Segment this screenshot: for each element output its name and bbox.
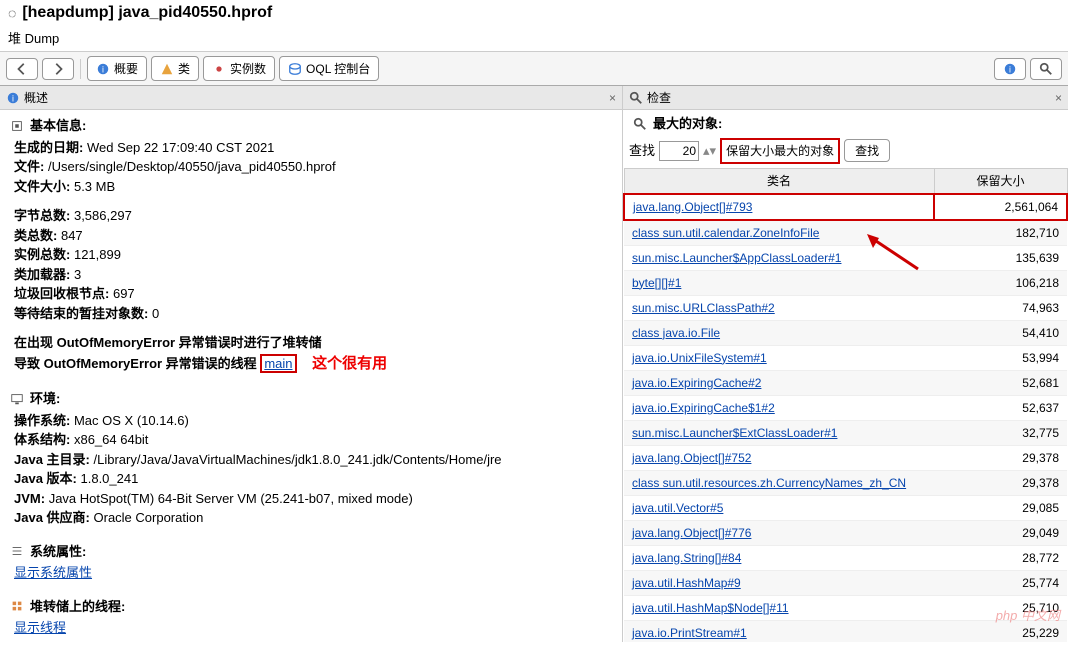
annotation-text: 这个很有用 xyxy=(312,355,387,372)
object-link[interactable]: sun.misc.URLClassPath#2 xyxy=(632,301,775,315)
table-row: java.io.ExpiringCache$1#2 52,637 xyxy=(624,395,1067,420)
search-icon xyxy=(633,117,647,131)
table-row: java.util.HashMap#9 25,774 xyxy=(624,570,1067,595)
table-row: java.lang.Object[]#776 29,049 xyxy=(624,520,1067,545)
object-link[interactable]: java.lang.Object[]#752 xyxy=(632,451,751,465)
sysprops-heading: 系统属性: xyxy=(10,542,612,562)
object-link[interactable]: java.lang.Object[]#793 xyxy=(633,200,752,214)
object-link[interactable]: java.io.ExpiringCache$1#2 xyxy=(632,401,775,415)
table-row: class sun.util.calendar.ZoneInfoFile 182,… xyxy=(624,220,1067,246)
overview-header: i 概述 × xyxy=(0,86,622,110)
retained-size: 106,218 xyxy=(934,270,1067,295)
object-link[interactable]: java.lang.String[]#84 xyxy=(632,551,741,565)
close-icon[interactable]: × xyxy=(609,91,616,105)
watermark: php 中文网 xyxy=(996,605,1060,624)
table-row: java.lang.Object[]#793 2,561,064 xyxy=(624,194,1067,220)
inspect-pane: 检查 × 最大的对象: 查找 ▴▾ 保留大小最大的对象 查找 类名 保留大小 xyxy=(623,86,1068,642)
retained-size: 28,772 xyxy=(934,545,1067,570)
table-row: sun.misc.Launcher$AppClassLoader#1 135,63… xyxy=(624,245,1067,270)
retained-size: 74,963 xyxy=(934,295,1067,320)
summary-button[interactable]: i概要 xyxy=(87,56,147,81)
table-row: java.util.Vector#5 29,085 xyxy=(624,495,1067,520)
retained-size: 52,637 xyxy=(934,395,1067,420)
object-link[interactable]: class sun.util.calendar.ZoneInfoFile xyxy=(632,226,819,240)
find-button[interactable]: 查找 xyxy=(844,139,890,162)
list-icon xyxy=(10,544,24,558)
show-threads-link[interactable]: 显示线程 xyxy=(14,620,66,635)
svg-text:i: i xyxy=(12,93,14,103)
largest-objects-heading: 最大的对象: xyxy=(623,114,1068,134)
object-link[interactable]: class java.io.File xyxy=(632,326,720,340)
threads-icon xyxy=(10,599,24,613)
svg-text:i: i xyxy=(102,64,104,74)
col-size[interactable]: 保留大小 xyxy=(934,168,1067,194)
table-row: sun.misc.URLClassPath#2 74,963 xyxy=(624,295,1067,320)
search-icon xyxy=(629,91,643,105)
object-link[interactable]: sun.misc.Launcher$AppClassLoader#1 xyxy=(632,251,841,265)
retained-size: 29,378 xyxy=(934,470,1067,495)
oql-button[interactable]: OQL 控制台 xyxy=(279,56,379,81)
overview-pane: i 概述 × 基本信息: 生成的日期: Wed Sep 22 17:09:40 … xyxy=(0,86,623,642)
retained-size: 25,774 xyxy=(934,570,1067,595)
retained-size: 53,994 xyxy=(934,345,1067,370)
object-link[interactable]: java.lang.Object[]#776 xyxy=(632,526,751,540)
table-row: java.io.ExpiringCache#2 52,681 xyxy=(624,370,1067,395)
env-heading: 环境: xyxy=(10,389,612,409)
chip-icon xyxy=(10,119,24,133)
classes-button[interactable]: 类 xyxy=(151,56,199,81)
retained-size: 29,378 xyxy=(934,445,1067,470)
object-link[interactable]: java.util.HashMap#9 xyxy=(632,576,741,590)
count-input[interactable] xyxy=(659,141,699,161)
table-row: java.lang.Object[]#752 29,378 xyxy=(624,445,1067,470)
table-row: class sun.util.resources.zh.CurrencyName… xyxy=(624,470,1067,495)
svg-text:i: i xyxy=(1009,64,1011,74)
retained-size: 52,681 xyxy=(934,370,1067,395)
basic-info-heading: 基本信息: xyxy=(10,116,612,136)
retained-size: 54,410 xyxy=(934,320,1067,345)
object-link[interactable]: java.util.Vector#5 xyxy=(632,501,723,515)
stepper-icon[interactable]: ▴▾ xyxy=(703,141,716,161)
subtitle: 堆 Dump xyxy=(0,26,1068,52)
retained-size: 135,639 xyxy=(934,245,1067,270)
search-button[interactable] xyxy=(1030,58,1062,80)
table-row: java.io.UnixFileSystem#1 53,994 xyxy=(624,345,1067,370)
inspect-header: 检查 × xyxy=(623,86,1068,110)
back-button[interactable] xyxy=(6,58,38,80)
object-link[interactable]: sun.misc.Launcher$ExtClassLoader#1 xyxy=(632,426,837,440)
separator xyxy=(80,59,81,79)
loading-icon: ◌ xyxy=(8,5,16,21)
threads-heading: 堆转储上的线程: xyxy=(10,597,612,617)
info-button[interactable]: i xyxy=(994,58,1026,80)
retained-size: 182,710 xyxy=(934,220,1067,246)
col-classname[interactable]: 类名 xyxy=(624,168,934,194)
show-sysprops-link[interactable]: 显示系统属性 xyxy=(14,565,92,580)
retained-size: 32,775 xyxy=(934,420,1067,445)
oom-thread-link[interactable]: main xyxy=(260,354,296,373)
retained-size: 29,085 xyxy=(934,495,1067,520)
object-link[interactable]: java.io.ExpiringCache#2 xyxy=(632,376,761,390)
close-icon[interactable]: × xyxy=(1055,91,1062,105)
table-row: class java.io.File 54,410 xyxy=(624,320,1067,345)
toolbar: i概要 类 实例数 OQL 控制台 i xyxy=(0,52,1068,86)
window-title-bar: ◌ [heapdump] java_pid40550.hprof xyxy=(0,0,1068,26)
instances-button[interactable]: 实例数 xyxy=(203,56,275,81)
retained-size: 29,049 xyxy=(934,520,1067,545)
sort-select[interactable]: 保留大小最大的对象 xyxy=(720,138,840,164)
forward-button[interactable] xyxy=(42,58,74,80)
info-icon: i xyxy=(6,91,20,105)
monitor-icon xyxy=(10,392,24,406)
object-link[interactable]: byte[][]#1 xyxy=(632,276,681,290)
table-row: sun.misc.Launcher$ExtClassLoader#1 32,775 xyxy=(624,420,1067,445)
object-link[interactable]: java.util.HashMap$Node[]#11 xyxy=(632,601,789,615)
search-controls: 查找 ▴▾ 保留大小最大的对象 查找 xyxy=(623,134,1068,168)
object-link[interactable]: class sun.util.resources.zh.CurrencyName… xyxy=(632,476,906,490)
window-title: [heapdump] java_pid40550.hprof xyxy=(22,4,272,22)
object-link[interactable]: java.io.PrintStream#1 xyxy=(632,626,747,640)
retained-size: 2,561,064 xyxy=(934,194,1067,220)
table-row: byte[][]#1 106,218 xyxy=(624,270,1067,295)
table-row: java.lang.String[]#84 28,772 xyxy=(624,545,1067,570)
object-link[interactable]: java.io.UnixFileSystem#1 xyxy=(632,351,767,365)
objects-table: 类名 保留大小 java.lang.Object[]#7932,561,064c… xyxy=(623,168,1068,643)
